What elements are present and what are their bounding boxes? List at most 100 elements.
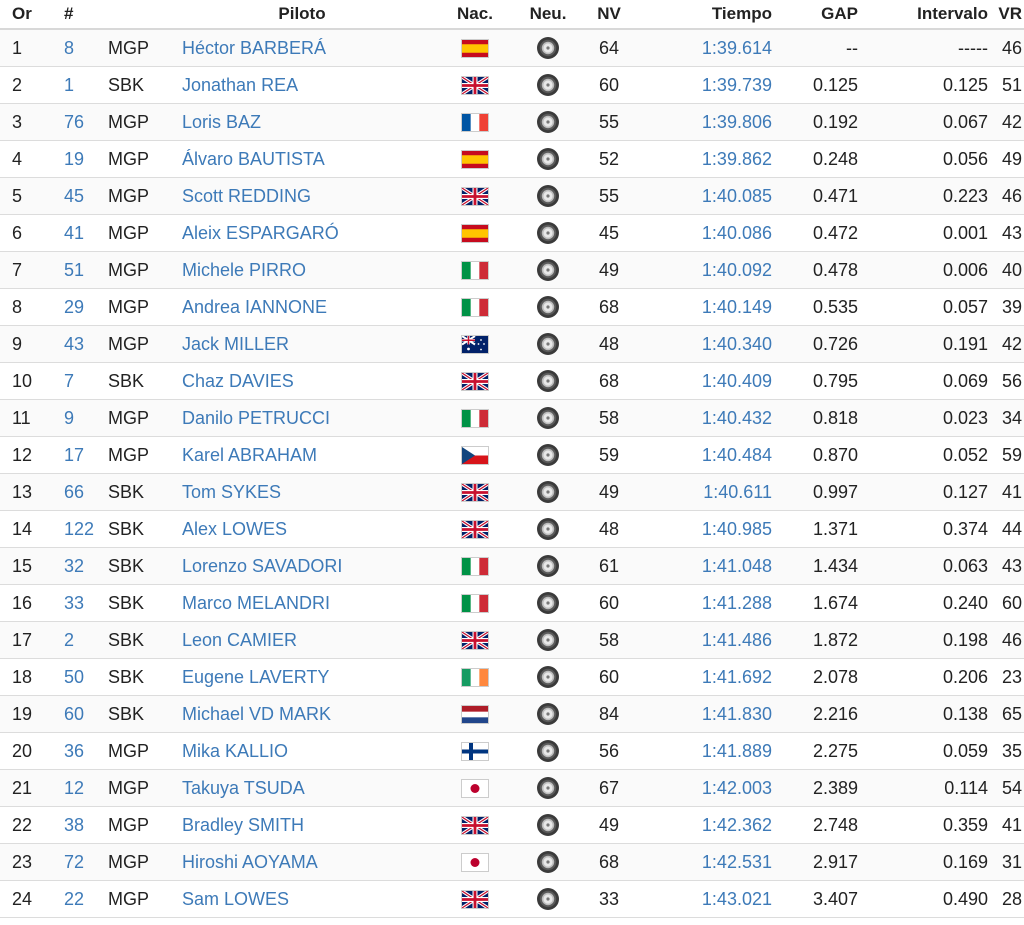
table-row[interactable]: 10 7 SBK Chaz DAVIES 68 1:40.409 0.795 0.069 56 (0, 362, 1024, 400)
rider-name-link[interactable]: Aleix ESPARGARÓ (176, 214, 430, 252)
rider-number-link[interactable]: 122 (44, 510, 100, 548)
table-row[interactable]: 9 43 MGP Jack MILLER 48 1:40.340 0.726 0.191 42 (0, 325, 1024, 363)
rider-number-link[interactable]: 7 (44, 362, 100, 400)
table-row[interactable]: 3 76 MGP Loris BAZ 55 1:39.806 0.192 0.067 42 (0, 103, 1024, 141)
rider-name-link[interactable]: Marco MELANDRI (176, 584, 430, 622)
rider-name-link[interactable]: Leon CAMIER (176, 621, 430, 659)
rider-name-link[interactable]: Karel ABRAHAM (176, 436, 430, 474)
table-row[interactable]: 15 32 SBK Lorenzo SAVADORI 61 1:41.048 1.434 0.… (0, 547, 1024, 585)
header-rider[interactable]: Piloto (176, 0, 430, 30)
table-row[interactable]: 21 12 MGP Takuya TSUDA 67 1:42.003 2.389 0.114 5… (0, 769, 1024, 807)
lap-time-link[interactable]: 1:42.362 (642, 806, 774, 844)
rider-number-link[interactable]: 17 (44, 436, 100, 474)
lap-time-link[interactable]: 1:41.486 (642, 621, 774, 659)
rider-number-link[interactable]: 51 (44, 251, 100, 289)
rider-number-link[interactable]: 38 (44, 806, 100, 844)
rider-number-link[interactable]: 50 (44, 658, 100, 696)
rider-number-link[interactable]: 32 (44, 547, 100, 585)
rider-name-link[interactable]: Hiroshi AOYAMA (176, 843, 430, 881)
lap-time-link[interactable]: 1:39.862 (642, 140, 774, 178)
lap-time-link[interactable]: 1:39.806 (642, 103, 774, 141)
rider-number-link[interactable]: 43 (44, 325, 100, 363)
lap-time-link[interactable]: 1:40.611 (642, 473, 774, 511)
header-time[interactable]: Tiempo (642, 0, 774, 30)
table-row[interactable]: 22 38 MGP Bradley SMITH 49 1:42.362 2.748 0.359… (0, 806, 1024, 844)
rider-name-link[interactable]: Alex LOWES (176, 510, 430, 548)
lap-time-link[interactable]: 1:39.739 (642, 66, 774, 104)
rider-number-link[interactable]: 2 (44, 621, 100, 659)
rider-number-link[interactable]: 19 (44, 140, 100, 178)
rider-name-link[interactable]: Loris BAZ (176, 103, 430, 141)
rider-number-link[interactable]: 33 (44, 584, 100, 622)
rider-name-link[interactable]: Michael VD MARK (176, 695, 430, 733)
rider-name-link[interactable]: Tom SYKES (176, 473, 430, 511)
rider-number-link[interactable]: 60 (44, 695, 100, 733)
rider-number-link[interactable]: 12 (44, 769, 100, 807)
header-nation[interactable]: Nac. (430, 0, 520, 30)
rider-number-link[interactable]: 22 (44, 880, 100, 918)
table-row[interactable]: 1 8 MGP Héctor BARBERÁ 64 1:39.614 -- ----- 46 (0, 29, 1024, 67)
lap-time-link[interactable]: 1:40.409 (642, 362, 774, 400)
rider-name-link[interactable]: Mika KALLIO (176, 732, 430, 770)
rider-name-link[interactable]: Scott REDDING (176, 177, 430, 215)
rider-name-link[interactable]: Sam LOWES (176, 880, 430, 918)
rider-name-link[interactable]: Héctor BARBERÁ (176, 29, 430, 67)
header-tyre[interactable]: Neu. (520, 0, 576, 30)
rider-name-link[interactable]: Chaz DAVIES (176, 362, 430, 400)
table-row[interactable]: 11 9 MGP Danilo PETRUCCI 58 1:40.432 0.818 0.02… (0, 399, 1024, 437)
rider-number-link[interactable]: 76 (44, 103, 100, 141)
rider-name-link[interactable]: Andrea IANNONE (176, 288, 430, 326)
lap-time-link[interactable]: 1:43.021 (642, 880, 774, 918)
lap-time-link[interactable]: 1:39.614 (642, 29, 774, 67)
rider-number-link[interactable]: 8 (44, 29, 100, 67)
lap-time-link[interactable]: 1:42.531 (642, 843, 774, 881)
rider-name-link[interactable]: Takuya TSUDA (176, 769, 430, 807)
table-row[interactable]: 14 122 SBK Alex LOWES 48 1:40.985 1.371 0.374 44 (0, 510, 1024, 548)
rider-name-link[interactable]: Lorenzo SAVADORI (176, 547, 430, 585)
table-row[interactable]: 19 60 SBK Michael VD MARK 84 1:41.830 2.216 0.1… (0, 695, 1024, 733)
rider-name-link[interactable]: Michele PIRRO (176, 251, 430, 289)
lap-time-link[interactable]: 1:41.692 (642, 658, 774, 696)
table-row[interactable]: 18 50 SBK Eugene LAVERTY 60 1:41.692 2.078 0.20… (0, 658, 1024, 696)
lap-time-link[interactable]: 1:41.830 (642, 695, 774, 733)
rider-number-link[interactable]: 1 (44, 66, 100, 104)
lap-time-link[interactable]: 1:42.003 (642, 769, 774, 807)
lap-time-link[interactable]: 1:40.092 (642, 251, 774, 289)
rider-name-link[interactable]: Eugene LAVERTY (176, 658, 430, 696)
table-row[interactable]: 4 19 MGP Álvaro BAUTISTA 52 1:39.862 0.248 0.05… (0, 140, 1024, 178)
table-row[interactable]: 20 36 MGP Mika KALLIO 56 1:41.889 2.275 0.059 35 (0, 732, 1024, 770)
table-row[interactable]: 23 72 MGP Hiroshi AOYAMA 68 1:42.531 2.917 0.16… (0, 843, 1024, 881)
rider-number-link[interactable]: 36 (44, 732, 100, 770)
rider-name-link[interactable]: Jack MILLER (176, 325, 430, 363)
rider-number-link[interactable]: 9 (44, 399, 100, 437)
lap-time-link[interactable]: 1:40.086 (642, 214, 774, 252)
rider-name-link[interactable]: Álvaro BAUTISTA (176, 140, 430, 178)
header-pos[interactable]: Or (0, 0, 44, 30)
lap-time-link[interactable]: 1:40.985 (642, 510, 774, 548)
rider-name-link[interactable]: Bradley SMITH (176, 806, 430, 844)
rider-number-link[interactable]: 72 (44, 843, 100, 881)
table-row[interactable]: 6 41 MGP Aleix ESPARGARÓ 45 1:40.086 0.472 0.00… (0, 214, 1024, 252)
rider-number-link[interactable]: 29 (44, 288, 100, 326)
lap-time-link[interactable]: 1:40.085 (642, 177, 774, 215)
table-row[interactable]: 2 1 SBK Jonathan REA 60 1:39.739 0.125 0.125 51 (0, 66, 1024, 104)
table-row[interactable]: 17 2 SBK Leon CAMIER 58 1:41.486 1.872 0.198 46 (0, 621, 1024, 659)
header-laps[interactable]: NV (576, 0, 642, 30)
lap-time-link[interactable]: 1:41.048 (642, 547, 774, 585)
header-gap[interactable]: GAP (774, 0, 860, 30)
lap-time-link[interactable]: 1:41.288 (642, 584, 774, 622)
lap-time-link[interactable]: 1:40.432 (642, 399, 774, 437)
lap-time-link[interactable]: 1:40.340 (642, 325, 774, 363)
header-vr[interactable]: VR (990, 0, 1024, 30)
table-row[interactable]: 24 22 MGP Sam LOWES 33 1:43.021 3.407 0.490 28 (0, 880, 1024, 918)
rider-name-link[interactable]: Jonathan REA (176, 66, 430, 104)
rider-number-link[interactable]: 45 (44, 177, 100, 215)
table-row[interactable]: 13 66 SBK Tom SYKES 49 1:40.611 0.997 0.127 41 (0, 473, 1024, 511)
header-number[interactable]: # (44, 0, 100, 30)
table-row[interactable]: 8 29 MGP Andrea IANNONE 68 1:40.149 0.535 0.057… (0, 288, 1024, 326)
lap-time-link[interactable]: 1:41.889 (642, 732, 774, 770)
table-row[interactable]: 12 17 MGP Karel ABRAHAM 59 1:40.484 0.870 0.052… (0, 436, 1024, 474)
lap-time-link[interactable]: 1:40.484 (642, 436, 774, 474)
lap-time-link[interactable]: 1:40.149 (642, 288, 774, 326)
header-interval[interactable]: Intervalo (860, 0, 990, 30)
